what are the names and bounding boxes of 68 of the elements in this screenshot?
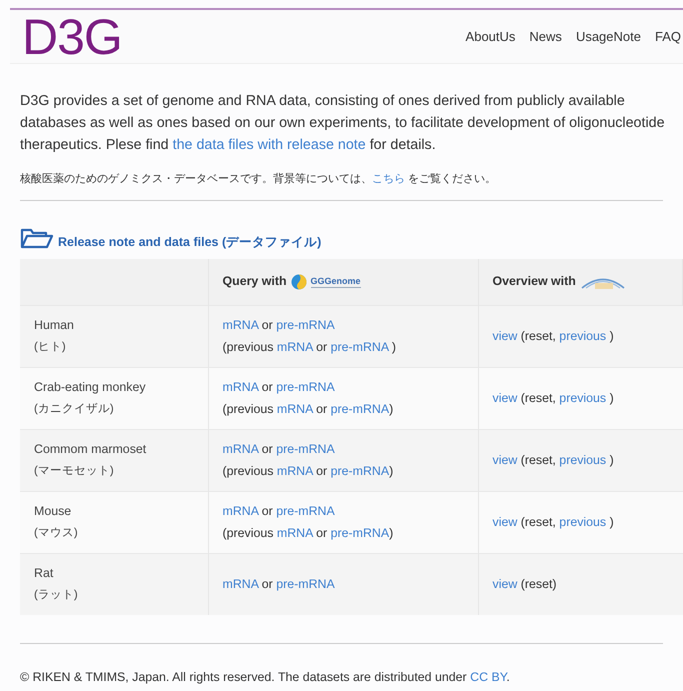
text-link[interactable]: view <box>492 452 518 467</box>
species-name-japanese: (マーモセット) <box>34 464 115 479</box>
species-name-japanese: (ラット) <box>34 588 79 604</box>
text-link[interactable]: view <box>492 328 518 343</box>
cell-text: (previous mRNA or pre-mRNA) <box>222 401 394 418</box>
globe-logo-icon <box>290 272 307 291</box>
intro-japanese: 核酸医薬のためのゲノミクス・データベースです。背景等については、こちら をご覧ください。 <box>20 172 498 187</box>
text-link[interactable]: view <box>492 576 518 591</box>
cell-text: (previous mRNA or pre-mRNA) <box>222 463 394 480</box>
column-header: Overview with <box>492 273 576 290</box>
cell-text: mRNA or pre-mRNA <box>222 576 336 594</box>
folder-icon <box>20 227 54 249</box>
cell-text: view (reset, previous ) <box>492 514 615 531</box>
species-name: Mouse <box>34 503 72 520</box>
intro-paragraph: D3G provides a set of genome and RNA data, consisting of ones derived from publicly available databases as well as ones based on our own experiments, to facilitate development of oligonucleotide therapeutics. Plese find the data files with release note for details. <box>20 92 666 155</box>
copyright-notice: © RIKEN & TMIMS, Japan. All rights reserved. The datasets are distributed under CC BY. <box>20 669 511 686</box>
species-name: Human <box>34 317 75 334</box>
text-link[interactable]: pre-mRNA <box>330 526 390 540</box>
species-name-japanese: (カニクイザル) <box>34 402 115 417</box>
nav-link[interactable]: UsageNote <box>576 26 641 46</box>
text-link[interactable]: pre-mRNA <box>330 340 388 354</box>
text-link[interactable]: mRNA <box>222 442 258 456</box>
cell-text: (previous mRNA or pre-mRNA ) <box>222 339 398 356</box>
logo-wordmark: GGGenome <box>310 276 361 288</box>
text-link[interactable]: mRNA <box>276 526 313 540</box>
text-link[interactable]: mRNA <box>222 380 258 394</box>
text-link[interactable]: CC BY <box>470 670 506 684</box>
cell-text: mRNA or pre-mRNA <box>222 503 336 520</box>
column-header: Query with <box>222 273 287 290</box>
text-link[interactable]: pre-mRNA <box>330 402 390 416</box>
section-heading[interactable]: Release note and data files (データファイル) <box>58 236 322 249</box>
text-link[interactable]: previous <box>559 452 606 467</box>
text-link[interactable]: こちら <box>372 173 405 185</box>
nav-link[interactable]: AboutUs <box>466 26 516 46</box>
text-link[interactable]: pre-mRNA <box>276 504 335 518</box>
cell-text: mRNA or pre-mRNA <box>222 441 336 458</box>
species-name-japanese: (マウス) <box>34 526 79 541</box>
cell-text: view (reset) <box>492 576 558 593</box>
species-name: Commom marmoset <box>34 441 148 458</box>
cell-text: view (reset, previous ) <box>492 390 615 407</box>
text-link[interactable]: pre-mRNA <box>276 318 335 332</box>
species-name-japanese: (ヒト) <box>34 340 67 355</box>
text-link[interactable]: mRNA <box>222 504 258 518</box>
species-name: Rat <box>34 565 54 582</box>
text-link[interactable]: mRNA <box>276 340 313 354</box>
text-link[interactable]: mRNA <box>276 464 313 478</box>
cell-text: mRNA or pre-mRNA <box>222 379 336 396</box>
text-link[interactable]: mRNA <box>276 402 313 416</box>
site-logo[interactable]: D3G <box>22 12 122 62</box>
cell-text: (previous mRNA or pre-mRNA) <box>222 525 394 542</box>
text-link[interactable]: pre-mRNA <box>276 380 335 394</box>
text-link[interactable]: mRNA <box>222 577 258 592</box>
text-link[interactable]: pre-mRNA <box>276 577 335 592</box>
text-link[interactable]: view <box>492 390 518 405</box>
cell-text: view (reset, previous ) <box>492 452 615 469</box>
cell-text: mRNA or pre-mRNA <box>222 317 336 334</box>
text-link[interactable]: previous <box>559 390 606 405</box>
cell-text: view (reset, previous ) <box>492 328 615 345</box>
nav-link[interactable]: News <box>529 26 562 46</box>
text-link[interactable]: mRNA <box>222 318 258 332</box>
text-link[interactable]: the data files with release note <box>172 137 366 153</box>
species-name: Crab-eating monkey <box>34 379 147 396</box>
text-link[interactable]: pre-mRNA <box>330 464 390 478</box>
text-link[interactable]: previous <box>559 514 606 529</box>
nav-link[interactable]: FAQ <box>654 26 681 46</box>
text-link[interactable]: view <box>492 514 518 529</box>
text-link[interactable]: pre-mRNA <box>276 442 335 456</box>
text-link[interactable]: previous <box>559 328 606 343</box>
